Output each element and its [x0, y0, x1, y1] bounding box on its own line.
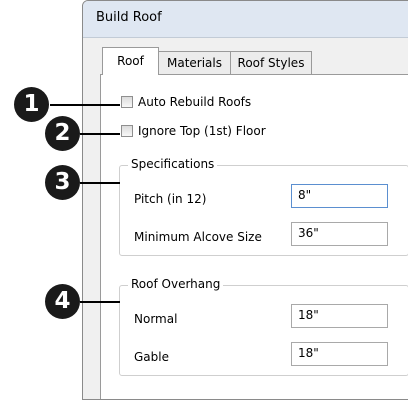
- callout-3: 3: [45, 165, 80, 200]
- tab-roof[interactable]: Roof: [102, 47, 159, 75]
- specifications-title: Specifications: [128, 157, 218, 171]
- roof-tab-panel: Auto Rebuild Roofs Ignore Top (1st) Floo…: [100, 74, 408, 399]
- roof-overhang-group: Roof Overhang Normal 18" Gable 18": [119, 277, 408, 376]
- normal-label: Normal: [134, 312, 178, 326]
- callout-2-line: [80, 133, 120, 135]
- title-bar: Build Roof: [83, 1, 408, 38]
- tab-materials[interactable]: Materials: [158, 51, 231, 74]
- gable-overhang-input[interactable]: 18": [291, 342, 388, 366]
- alcove-label: Minimum Alcove Size: [134, 230, 262, 244]
- callout-1: 1: [14, 87, 49, 122]
- pitch-label: Pitch (in 12): [134, 192, 207, 206]
- ignore-top-floor-label: Ignore Top (1st) Floor: [138, 124, 266, 138]
- callout-3-line: [80, 182, 120, 184]
- alcove-size-input[interactable]: 36": [291, 222, 388, 246]
- callout-4: 4: [45, 284, 80, 319]
- roof-overhang-title: Roof Overhang: [128, 277, 224, 291]
- ignore-top-floor-option[interactable]: Ignore Top (1st) Floor: [121, 124, 266, 138]
- pitch-input[interactable]: 8": [291, 184, 388, 208]
- tab-roof-styles[interactable]: Roof Styles: [230, 51, 312, 74]
- auto-rebuild-option[interactable]: Auto Rebuild Roofs: [121, 95, 251, 109]
- callout-1-line: [50, 104, 120, 106]
- build-roof-dialog: Build Roof Roof Materials Roof Styles Au…: [82, 0, 408, 400]
- ignore-top-floor-checkbox[interactable]: [121, 125, 133, 137]
- auto-rebuild-label: Auto Rebuild Roofs: [138, 95, 252, 109]
- dialog-title: Build Roof: [96, 10, 162, 25]
- specifications-group: Specifications Pitch (in 12) 8" Minimum …: [119, 157, 408, 256]
- auto-rebuild-checkbox[interactable]: [121, 96, 133, 108]
- gable-label: Gable: [134, 350, 169, 364]
- normal-overhang-input[interactable]: 18": [291, 304, 388, 328]
- callout-2: 2: [45, 116, 80, 151]
- callout-4-line: [80, 301, 120, 303]
